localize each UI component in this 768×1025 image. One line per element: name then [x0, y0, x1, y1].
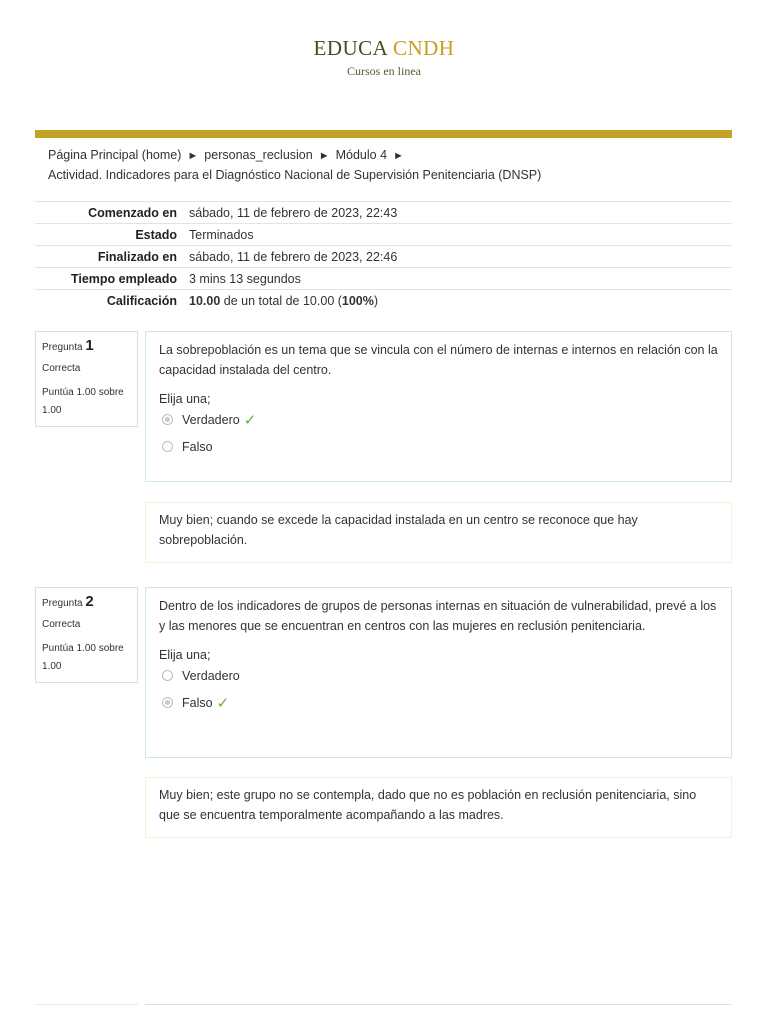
question-info-1: Pregunta 1 Correcta Puntúa 1.00 sobre 1.… [35, 331, 138, 427]
question-text: La sobrepoblación es un tema que se vinc… [159, 343, 718, 377]
breadcrumb-separator: ► [393, 150, 404, 162]
answer-prompt: Elija una; [159, 392, 211, 406]
header-divider [35, 130, 732, 138]
attempt-summary-table: Comenzado en sábado, 11 de febrero de 20… [35, 201, 732, 311]
breadcrumb-separator: ► [187, 150, 199, 162]
answer-option-label: Verdadero [182, 668, 240, 683]
radio-icon[interactable] [162, 414, 173, 425]
question-content-1: La sobrepoblación es un tema que se vinc… [145, 331, 732, 482]
question-content-2: Dentro de los indicadores de grupos de p… [145, 587, 732, 758]
grade-score: 10.00 [189, 293, 221, 308]
breadcrumb-course-link[interactable]: personas_reclusion [204, 148, 312, 162]
grade-value: 10.00 de un total de 10.00 (100%) [177, 290, 732, 312]
answer-option-label: Verdadero [182, 412, 240, 427]
radio-icon[interactable] [162, 670, 173, 681]
summary-label: Tiempo empleado [70, 271, 177, 286]
grade-percent: 100% [341, 293, 374, 308]
feedback-1: Muy bien; cuando se excede la capacidad … [145, 502, 732, 563]
answer-option-label: Falso [182, 439, 213, 454]
summary-label: Comenzado en [88, 205, 177, 220]
brand-name-cndh: CNDH [392, 36, 455, 60]
breadcrumb-module-link[interactable]: Módulo 4 [336, 148, 387, 162]
summary-row-state: Estado Terminados [35, 223, 732, 246]
question-info-2: Pregunta 2 Correcta Puntúa 1.00 sobre 1.… [35, 587, 138, 683]
breadcrumb-home-link[interactable]: Página Principal (home) [48, 148, 181, 162]
site-brand[interactable]: EDUCA CNDH Cursos en linea [0, 36, 768, 79]
question-number: Pregunta 1 [42, 337, 137, 354]
summary-row-time: Tiempo empleado 3 mins 13 segundos [35, 267, 732, 290]
summary-value: 3 mins 13 segundos [189, 271, 301, 286]
summary-label: Calificación [106, 293, 177, 308]
feedback-2: Muy bien; este grupo no se contempla, da… [145, 777, 732, 838]
answer-option-label: Falso [182, 695, 213, 710]
summary-label: Estado [135, 227, 177, 242]
breadcrumb-activity-link[interactable]: Actividad. Indicadores para el Diagnósti… [48, 166, 728, 185]
question-grade: Puntúa 1.00 sobre 1.00 [42, 387, 124, 416]
checkmark-icon: ✓ [216, 694, 230, 712]
radio-icon[interactable] [162, 697, 173, 708]
grade-close-paren: ) [373, 293, 379, 308]
question-state: Correcta [42, 363, 81, 374]
brand-subtitle: Cursos en linea [347, 64, 421, 78]
breadcrumb-separator: ► [318, 150, 330, 162]
question-state: Correcta [42, 619, 81, 630]
breadcrumb: Página Principal (home) ► personas_reclusi… [48, 146, 728, 185]
question-number-value: 2 [85, 593, 94, 610]
answer-prompt: Elija una; [159, 648, 211, 662]
question-content-3-partial [145, 1004, 732, 1025]
answer-option-true[interactable]: Verdadero [159, 662, 719, 689]
question-label: Pregunta [42, 598, 83, 609]
question-text: Dentro de los indicadores de grupos de p… [159, 599, 717, 633]
grade-total-text: de un total de 10.00 ( [220, 293, 342, 308]
question-number: Pregunta 2 [42, 593, 137, 610]
answer-option-false[interactable]: Falso [159, 433, 719, 460]
summary-row-grade: Calificación 10.00 de un total de 10.00 … [35, 289, 732, 312]
radio-icon[interactable] [162, 441, 173, 452]
summary-value: Terminados [189, 227, 254, 242]
answer-option-true[interactable]: Verdadero ✓ [159, 406, 719, 433]
question-number-value: 1 [85, 337, 94, 354]
summary-row-finished: Finalizado en sábado, 11 de febrero de 2… [35, 245, 732, 268]
question-info-3-partial [35, 1004, 138, 1025]
answer-option-false[interactable]: Falso ✓ [159, 689, 719, 716]
brand-name-educa: EDUCA [313, 36, 388, 60]
summary-row-started: Comenzado en sábado, 11 de febrero de 20… [35, 201, 732, 224]
summary-value: sábado, 11 de febrero de 2023, 22:46 [189, 249, 398, 264]
question-label: Pregunta [42, 342, 83, 353]
site-logo[interactable]: EDUCA CNDH [0, 36, 768, 61]
checkmark-icon: ✓ [243, 411, 257, 429]
summary-label: Finalizado en [97, 249, 177, 264]
summary-value: sábado, 11 de febrero de 2023, 22:43 [189, 205, 398, 220]
question-grade: Puntúa 1.00 sobre 1.00 [42, 643, 124, 672]
